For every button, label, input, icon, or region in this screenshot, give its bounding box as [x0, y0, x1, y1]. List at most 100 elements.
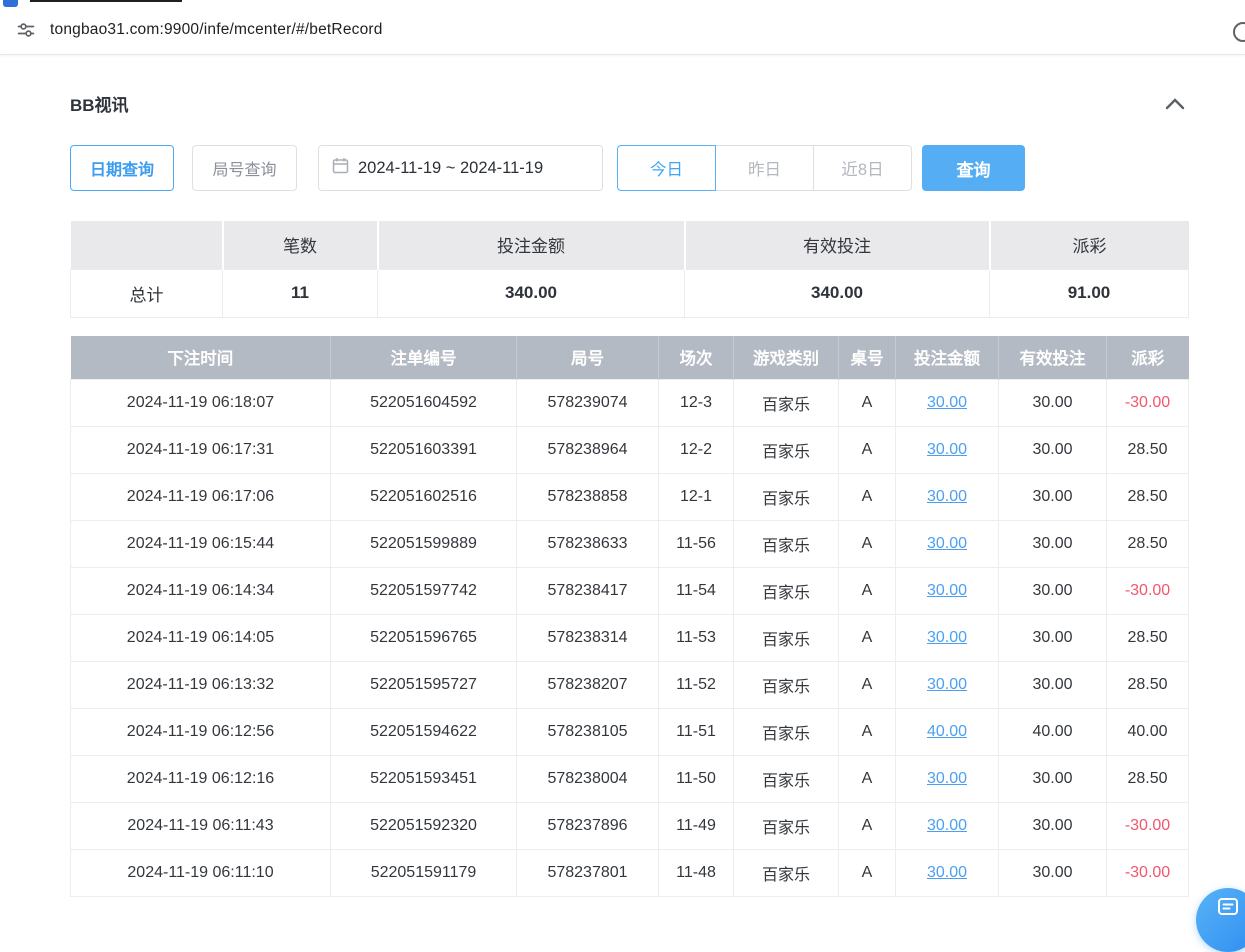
cell-session: 11-48	[659, 850, 734, 897]
cell-session: 12-2	[659, 427, 734, 474]
yesterday-button[interactable]: 昨日	[715, 145, 814, 191]
records-header-valid-bet: 有效投注	[999, 336, 1107, 380]
summary-header-payout: 派彩	[990, 221, 1189, 269]
cell-payout: -30.00	[1107, 380, 1189, 427]
bet-record-page: BB视讯 日期查询 局号查询 2024-11-19 ~ 2024-11-19 今…	[0, 91, 1245, 897]
cell-bet-id: 522051596765	[331, 615, 517, 662]
table-row: 2024-11-19 06:14:05 522051596765 5782383…	[71, 615, 1189, 662]
cell-bet-id: 522051599889	[331, 521, 517, 568]
cell-game-type: 百家乐	[734, 756, 839, 803]
cell-table-no: A	[839, 474, 896, 521]
cell-table-no: A	[839, 709, 896, 756]
records-header-payout: 派彩	[1107, 336, 1189, 380]
table-row: 2024-11-19 06:12:16 522051593451 5782380…	[71, 756, 1189, 803]
cell-bet-time: 2024-11-19 06:12:16	[71, 756, 331, 803]
cell-bet-amount: 30.00	[896, 803, 999, 850]
cell-table-no: A	[839, 662, 896, 709]
site-settings-icon[interactable]	[14, 18, 38, 42]
cell-game-type: 百家乐	[734, 850, 839, 897]
cell-bet-time: 2024-11-19 06:14:05	[71, 615, 331, 662]
cell-session: 12-3	[659, 380, 734, 427]
summary-header-blank	[71, 221, 223, 269]
cell-round-id: 578237896	[517, 803, 659, 850]
cell-bet-id: 522051594622	[331, 709, 517, 756]
cell-game-type: 百家乐	[734, 615, 839, 662]
cell-round-id: 578238964	[517, 427, 659, 474]
bet-amount-link[interactable]: 40.00	[927, 723, 967, 740]
cell-round-id: 578238004	[517, 756, 659, 803]
table-row: 2024-11-19 06:11:10 522051591179 5782378…	[71, 850, 1189, 897]
cell-bet-time: 2024-11-19 06:17:31	[71, 427, 331, 474]
bet-amount-link[interactable]: 30.00	[927, 770, 967, 787]
cell-table-no: A	[839, 521, 896, 568]
cell-bet-id: 522051595727	[331, 662, 517, 709]
date-query-button[interactable]: 日期查询	[70, 145, 174, 191]
cell-valid-bet: 30.00	[999, 662, 1107, 709]
table-row: 2024-11-19 06:18:07 522051604592 5782390…	[71, 380, 1189, 427]
records-header-table-no: 桌号	[839, 336, 896, 380]
records-header-bet-id: 注单编号	[331, 336, 517, 380]
cell-round-id: 578238417	[517, 568, 659, 615]
table-row: 2024-11-19 06:17:31 522051603391 5782389…	[71, 427, 1189, 474]
cell-session: 11-56	[659, 521, 734, 568]
today-button[interactable]: 今日	[617, 145, 716, 191]
cell-bet-id: 522051604592	[331, 380, 517, 427]
cell-payout: 28.50	[1107, 521, 1189, 568]
round-query-button[interactable]: 局号查询	[192, 145, 297, 191]
cell-valid-bet: 30.00	[999, 756, 1107, 803]
cell-bet-time: 2024-11-19 06:15:44	[71, 521, 331, 568]
summary-total-label: 总计	[71, 269, 223, 317]
bet-amount-link[interactable]: 30.00	[927, 441, 967, 458]
cell-valid-bet: 30.00	[999, 521, 1107, 568]
bet-amount-link[interactable]: 30.00	[927, 535, 967, 552]
cell-valid-bet: 30.00	[999, 474, 1107, 521]
calendar-icon	[332, 157, 349, 179]
cell-round-id: 578238105	[517, 709, 659, 756]
cell-bet-time: 2024-11-19 06:18:07	[71, 380, 331, 427]
bet-amount-link[interactable]: 30.00	[927, 394, 967, 411]
cell-session: 11-52	[659, 662, 734, 709]
url-text[interactable]: tongbao31.com:9900/infe/mcenter/#/betRec…	[50, 21, 383, 39]
table-row: 2024-11-19 06:11:43 522051592320 5782378…	[71, 803, 1189, 850]
customer-service-button[interactable]	[1196, 888, 1245, 952]
cell-round-id: 578238207	[517, 662, 659, 709]
cell-bet-amount: 30.00	[896, 521, 999, 568]
table-row: 2024-11-19 06:17:06 522051602516 5782388…	[71, 474, 1189, 521]
cell-payout: -30.00	[1107, 850, 1189, 897]
cell-bet-amount: 30.00	[896, 474, 999, 521]
cell-payout: 28.50	[1107, 756, 1189, 803]
cell-bet-amount: 30.00	[896, 850, 999, 897]
table-row: 2024-11-19 06:15:44 522051599889 5782386…	[71, 521, 1189, 568]
cell-game-type: 百家乐	[734, 474, 839, 521]
cell-payout: 28.50	[1107, 427, 1189, 474]
cell-bet-amount: 40.00	[896, 709, 999, 756]
cell-table-no: A	[839, 756, 896, 803]
date-range-picker[interactable]: 2024-11-19 ~ 2024-11-19	[318, 145, 603, 191]
bet-amount-link[interactable]: 30.00	[927, 864, 967, 881]
bet-amount-link[interactable]: 30.00	[927, 582, 967, 599]
bet-amount-link[interactable]: 30.00	[927, 817, 967, 834]
cell-bet-amount: 30.00	[896, 568, 999, 615]
bet-amount-link[interactable]: 30.00	[927, 676, 967, 693]
cell-bet-id: 522051593451	[331, 756, 517, 803]
cell-bet-id: 522051591179	[331, 850, 517, 897]
search-button[interactable]: 查询	[922, 145, 1025, 191]
summary-count-value: 11	[223, 269, 378, 317]
cell-valid-bet: 30.00	[999, 568, 1107, 615]
bet-amount-link[interactable]: 30.00	[927, 488, 967, 505]
cell-round-id: 578238633	[517, 521, 659, 568]
cell-payout: 28.50	[1107, 662, 1189, 709]
chevron-up-icon[interactable]	[1162, 94, 1188, 114]
url-bar[interactable]: tongbao31.com:9900/infe/mcenter/#/betRec…	[0, 0, 1245, 54]
last-8-days-button[interactable]: 近8日	[813, 145, 912, 191]
cell-bet-time: 2024-11-19 06:17:06	[71, 474, 331, 521]
bet-amount-link[interactable]: 30.00	[927, 629, 967, 646]
cell-bet-amount: 30.00	[896, 615, 999, 662]
cell-valid-bet: 40.00	[999, 709, 1107, 756]
summary-payout-value: 91.00	[990, 269, 1189, 317]
cell-game-type: 百家乐	[734, 662, 839, 709]
cell-session: 12-1	[659, 474, 734, 521]
cell-bet-time: 2024-11-19 06:14:34	[71, 568, 331, 615]
records-header-bet-amount: 投注金额	[896, 336, 999, 380]
cell-bet-amount: 30.00	[896, 662, 999, 709]
